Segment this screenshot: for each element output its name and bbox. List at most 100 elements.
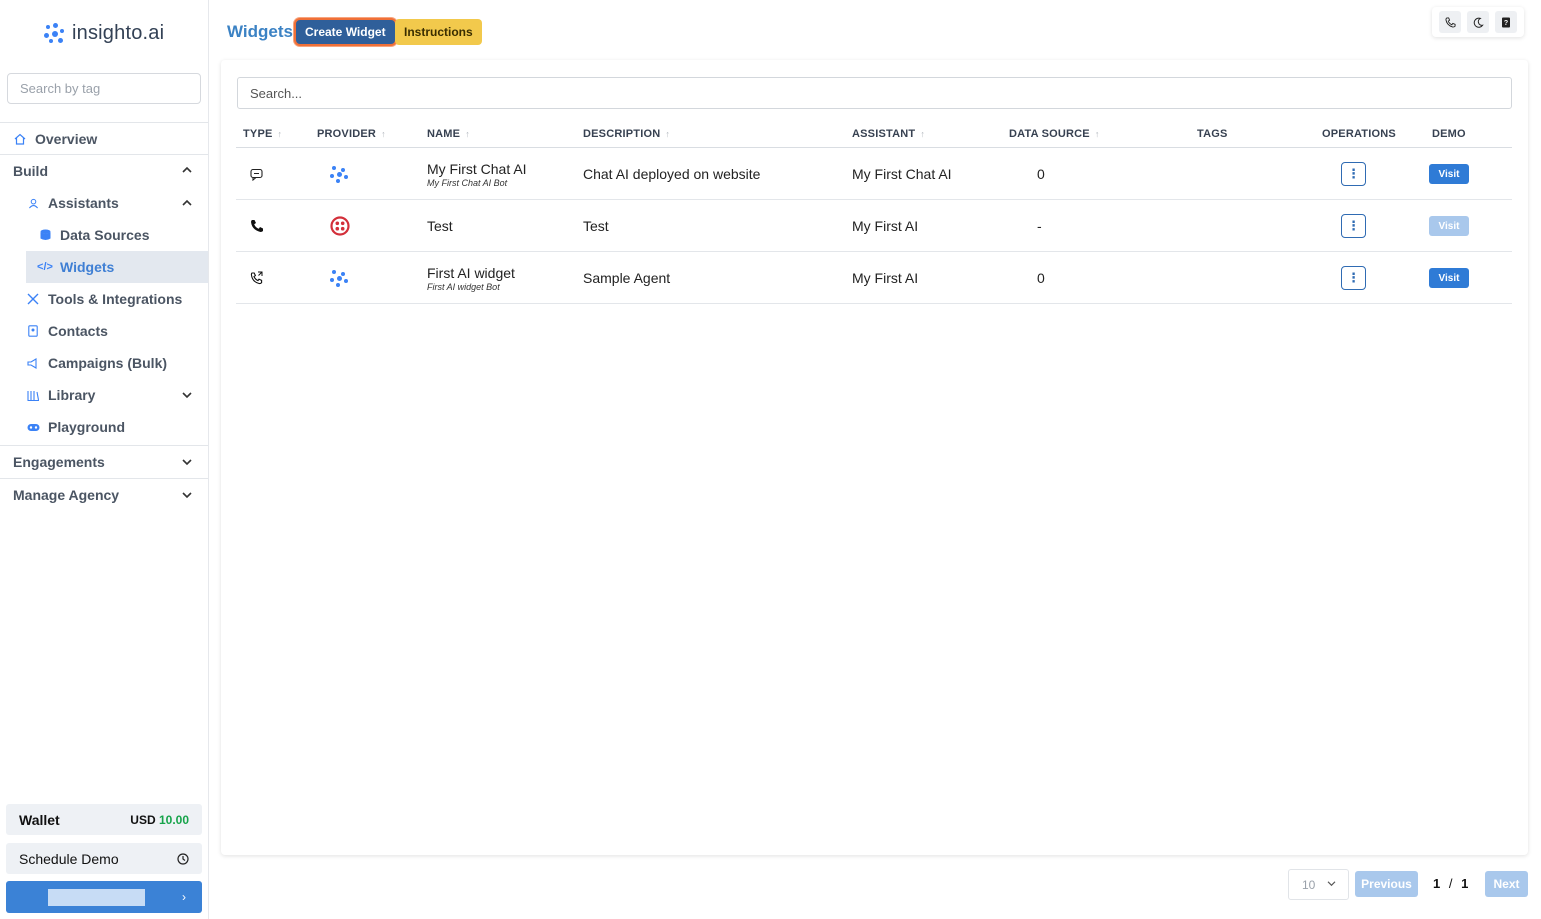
schedule-demo-button[interactable]: Schedule Demo — [6, 843, 202, 874]
sort-arrow-icon: ↑ — [665, 129, 671, 139]
column-header-description[interactable]: DESCRIPTION ↑ — [583, 128, 670, 140]
column-header-data-source[interactable]: DATA SOURCE ↑ — [1009, 128, 1100, 140]
gamepad-icon — [26, 420, 40, 434]
brand-name: insighto.ai — [72, 22, 165, 44]
sidebar-item-label: Widgets — [60, 259, 115, 275]
create-widget-button[interactable]: Create Widget — [294, 18, 397, 46]
sidebar-item-label: Contacts — [48, 323, 108, 339]
user-account-button[interactable]: › — [6, 881, 202, 913]
assistant-cell: My First AI — [852, 218, 919, 234]
sidebar-section-engagements[interactable]: Engagements — [0, 446, 208, 478]
chevron-up-icon — [182, 166, 192, 173]
help-button[interactable]: ? — [1495, 11, 1517, 33]
type-cell — [250, 200, 264, 252]
column-label: NAME — [427, 128, 461, 140]
operations-menu-button[interactable]: ⋮ — [1341, 266, 1366, 290]
current-page: 1 — [1433, 876, 1441, 891]
sort-arrow-icon: ↑ — [277, 129, 283, 139]
sidebar-item-label: Library — [48, 387, 96, 403]
sort-arrow-icon: ↑ — [1094, 129, 1100, 139]
chevron-down-icon — [1327, 881, 1336, 887]
chevron-right-icon: › — [182, 890, 186, 904]
type-cell — [250, 148, 263, 200]
wallet-balance: USD 10.00 — [130, 813, 189, 827]
description-cell: Test — [583, 218, 609, 234]
sidebar-item-label: Data Sources — [60, 227, 150, 243]
name-cell: Test — [427, 200, 453, 252]
help-icon: ? — [1502, 17, 1510, 27]
page-size-select[interactable]: 10 — [1288, 869, 1349, 900]
table-row[interactable]: My First Chat AI My First Chat AI Bot Ch… — [236, 148, 1512, 200]
column-label: DATA SOURCE — [1009, 128, 1090, 140]
phone-call-button[interactable] — [1439, 11, 1461, 33]
moon-icon — [1473, 17, 1484, 28]
contacts-icon — [26, 324, 40, 338]
section-label: Manage Agency — [13, 487, 120, 503]
page-indicator: 1 / 1 — [1433, 876, 1468, 891]
sidebar-section-manage-agency[interactable]: Manage Agency — [0, 479, 208, 511]
previous-page-button[interactable]: Previous — [1355, 871, 1418, 897]
sort-arrow-icon: ↑ — [465, 129, 470, 139]
sort-arrow-icon: ↑ — [381, 129, 386, 139]
column-header-name[interactable]: NAME ↑ — [427, 128, 470, 140]
sidebar-item-widgets[interactable]: </> Widgets — [26, 251, 208, 283]
table-row[interactable]: Test Test My First AI - ⋮ Visit — [236, 200, 1512, 252]
table-row[interactable]: First AI widget First AI widget Bot Samp… — [236, 252, 1512, 304]
visit-button[interactable]: Visit — [1429, 216, 1469, 236]
next-page-button[interactable]: Next — [1485, 871, 1528, 897]
svg-text:?: ? — [1504, 20, 1508, 27]
twilio-icon — [330, 216, 350, 236]
instructions-button[interactable]: Instructions — [395, 19, 482, 45]
sidebar-item-overview[interactable]: Overview — [0, 123, 208, 154]
column-label: DEMO — [1432, 128, 1466, 140]
wallet-panel[interactable]: Wallet USD 10.00 — [6, 804, 202, 835]
column-header-provider[interactable]: PROVIDER ↑ — [317, 128, 386, 140]
visit-button[interactable]: Visit — [1429, 268, 1469, 288]
user-icon — [26, 196, 40, 210]
provider-cell — [330, 148, 348, 200]
insighto-icon — [330, 165, 348, 183]
sidebar-item-playground[interactable]: Playground — [0, 411, 208, 443]
sort-arrow-icon: ↑ — [920, 129, 926, 139]
provider-cell — [330, 200, 350, 252]
column-label: TAGS — [1197, 128, 1228, 140]
operations-menu-button[interactable]: ⋮ — [1341, 214, 1366, 238]
insighto-icon — [330, 269, 348, 287]
column-header-assistant[interactable]: ASSISTANT ↑ — [852, 128, 925, 140]
sidebar-item-campaigns[interactable]: Campaigns (Bulk) — [0, 347, 208, 379]
table-search-input[interactable] — [237, 77, 1512, 109]
data-source-cell: - — [1037, 218, 1042, 234]
section-label: Build — [13, 163, 48, 179]
brand-logo[interactable]: insighto.ai — [44, 22, 164, 45]
sidebar-item-data-sources[interactable]: Data Sources — [0, 219, 208, 251]
operations-menu-button[interactable]: ⋮ — [1341, 162, 1366, 186]
type-cell — [250, 252, 264, 304]
widget-name: First AI widget — [427, 264, 515, 281]
widget-name: My First Chat AI — [427, 160, 527, 177]
tools-icon — [26, 292, 40, 306]
column-header-demo: DEMO — [1432, 128, 1466, 140]
phone-icon — [251, 220, 263, 232]
sidebar-item-tools[interactable]: Tools & Integrations — [0, 283, 208, 315]
insighto-logo-icon — [44, 22, 66, 45]
column-header-type[interactable]: TYPE ↑ — [243, 128, 282, 140]
library-icon — [26, 388, 40, 402]
redacted-username — [48, 888, 145, 906]
chevron-down-icon — [182, 459, 192, 466]
sidebar-section-build[interactable]: Build — [0, 155, 208, 187]
visit-button[interactable]: Visit — [1429, 164, 1469, 184]
widget-subname: First AI widget Bot — [427, 281, 500, 292]
widgets-table-panel: TYPE ↑ PROVIDER ↑ NAME ↑ DESCRIPTION ↑ ASSIS… — [221, 60, 1528, 855]
dark-mode-toggle[interactable] — [1467, 11, 1489, 33]
provider-cell — [330, 252, 348, 304]
tag-search-input[interactable] — [20, 81, 196, 96]
section-label: Engagements — [13, 454, 105, 470]
description-cell: Chat AI deployed on website — [583, 166, 761, 182]
tag-search-box — [7, 73, 201, 104]
sidebar-item-assistants[interactable]: Assistants — [0, 187, 208, 219]
chat-icon — [250, 168, 263, 181]
sidebar-item-contacts[interactable]: Contacts — [0, 315, 208, 347]
data-source-cell: 0 — [1037, 166, 1045, 182]
sidebar: insighto.ai Overview Build — [0, 0, 209, 919]
sidebar-item-library[interactable]: Library — [0, 379, 208, 411]
